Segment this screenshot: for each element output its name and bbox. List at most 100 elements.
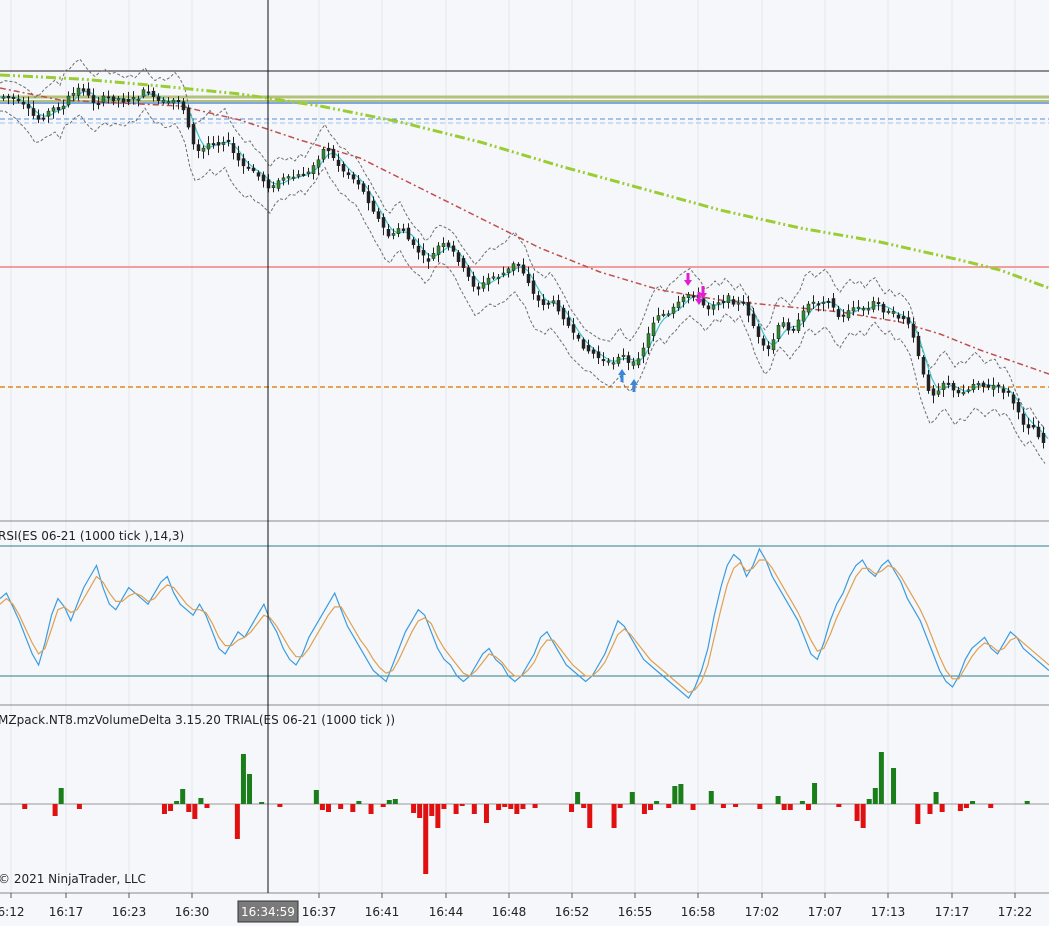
volume-delta-bar <box>441 804 447 809</box>
candle-body <box>621 354 626 357</box>
volume-delta-bar <box>587 804 593 828</box>
candle-body <box>961 392 966 395</box>
candle-body <box>571 324 576 333</box>
candle-body <box>526 274 531 284</box>
volume-delta-bar <box>629 792 635 804</box>
time-tick-label: 16:48 <box>492 905 527 919</box>
candle-body <box>116 98 121 101</box>
candle-body <box>51 107 56 112</box>
volume-delta-bar <box>423 804 429 874</box>
candle-body <box>11 96 16 99</box>
candle-body <box>926 374 931 391</box>
candle-body <box>181 101 186 111</box>
candle-body <box>601 359 606 362</box>
candle-body <box>481 282 486 289</box>
candle-body <box>891 311 896 314</box>
candle-body <box>1006 390 1011 393</box>
candle-body <box>221 142 226 145</box>
candle-body <box>981 382 986 388</box>
candle-body <box>681 296 686 303</box>
volume-delta-bar <box>459 804 465 806</box>
candle-body <box>676 301 681 309</box>
volume-delta-bar <box>690 804 696 810</box>
candle-body <box>516 263 521 266</box>
candle-body <box>61 105 66 110</box>
candle-body <box>216 142 221 146</box>
candle-body <box>466 267 471 277</box>
candle-body <box>96 103 101 106</box>
candle-body <box>716 302 721 305</box>
volume-delta-bar <box>575 792 581 804</box>
volume-delta-bar <box>502 804 508 807</box>
candle-body <box>786 322 791 331</box>
volume-delta-bar <box>927 804 933 814</box>
candle-body <box>916 335 921 357</box>
volume-delta-bar <box>429 804 435 816</box>
volume-delta-bar <box>326 804 332 812</box>
rsi-panel-label: RSI(ES 06-21 (1000 tick ),14,3) <box>0 529 184 543</box>
time-tick-label: 6:12 <box>0 905 24 919</box>
volume-delta-bar <box>933 792 939 804</box>
candle-body <box>551 300 556 304</box>
candle-body <box>766 345 771 350</box>
volume-delta-bar <box>319 804 325 810</box>
volume-delta-bar <box>22 804 28 809</box>
candle-body <box>191 124 196 145</box>
volume-delta-bar <box>963 804 969 808</box>
candle-body <box>196 144 201 151</box>
candle-body <box>346 172 351 176</box>
volume-delta-bar <box>666 804 672 808</box>
candle-body <box>476 286 481 290</box>
candle-body <box>261 174 266 182</box>
candle-body <box>906 317 911 324</box>
candle-body <box>151 90 156 97</box>
candle-body <box>111 96 116 102</box>
candle-body <box>771 339 776 351</box>
candle-body <box>546 302 551 305</box>
volume-delta-bar <box>988 804 994 808</box>
candle-body <box>281 177 286 181</box>
volume-delta-bar <box>58 788 64 804</box>
volume-delta-bar <box>192 804 198 819</box>
time-tick-label: 17:17 <box>935 905 970 919</box>
candle-body <box>811 301 816 304</box>
candle-body <box>656 315 661 321</box>
candle-body <box>146 91 151 94</box>
candle-body <box>996 384 1001 387</box>
candle-body <box>936 390 941 395</box>
volume-delta-bar <box>508 804 514 809</box>
candle-body <box>856 306 861 309</box>
volume-delta-bar <box>569 804 575 812</box>
volume-delta-bar <box>617 804 623 808</box>
candle-body <box>561 307 566 320</box>
candle-body <box>721 300 726 303</box>
candle-body <box>931 388 936 396</box>
candle-body <box>41 117 46 120</box>
candle-body <box>426 258 431 262</box>
candle-body <box>556 300 561 312</box>
volume-delta-bar <box>939 804 945 812</box>
volume-delta-bar <box>654 801 660 804</box>
crosshair-time-label: 16:34:59 <box>241 905 295 919</box>
candle-body <box>991 384 996 390</box>
candle-body <box>376 211 381 219</box>
candle-body <box>586 345 591 352</box>
candle-body <box>91 95 96 103</box>
candle-body <box>491 276 496 279</box>
candle-body <box>841 314 846 317</box>
volume-delta-bar <box>386 800 392 804</box>
candle-body <box>461 258 466 269</box>
candle-body <box>1016 401 1021 413</box>
candle-body <box>226 139 231 142</box>
volume-delta-bar <box>757 804 763 809</box>
candle-body <box>231 143 236 154</box>
candle-body <box>756 326 761 337</box>
candle-body <box>81 88 86 92</box>
candle-body <box>256 172 261 177</box>
candle-body <box>201 147 206 152</box>
volume-delta-bar <box>812 783 818 804</box>
candle-body <box>131 97 136 100</box>
candle-body <box>36 115 41 120</box>
candle-body <box>501 272 506 276</box>
volume-delta-bar <box>168 804 174 811</box>
